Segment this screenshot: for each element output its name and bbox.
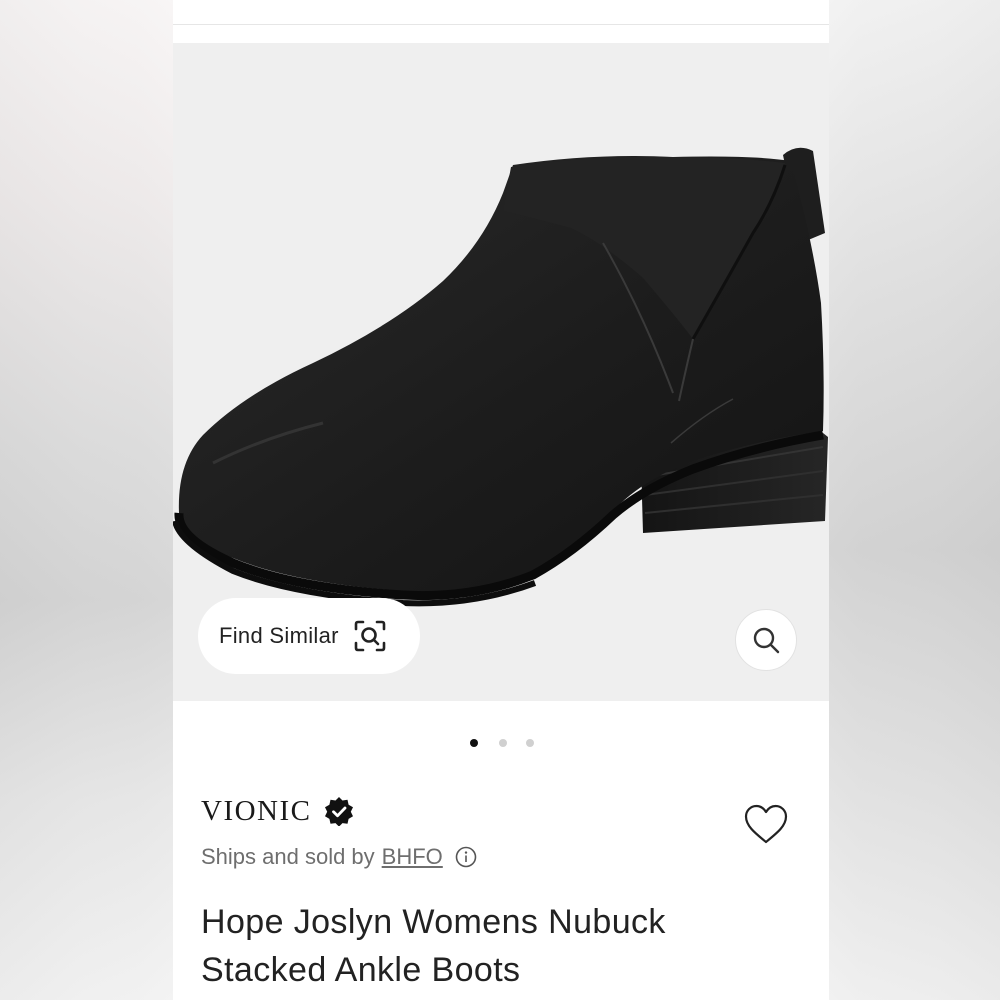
search-icon (753, 627, 780, 654)
background-left (0, 0, 173, 1000)
top-bar (173, 0, 829, 25)
background-right (828, 0, 1000, 1000)
brand-row: VIONIC (201, 793, 354, 829)
product-page: Find Similar VIONIC Ships and sold by BH… (173, 0, 829, 1000)
product-title: Hope Joslyn Womens Nubuck Stacked Ankle … (201, 898, 801, 994)
seller-info: Ships and sold by BHFO (201, 842, 477, 872)
pagination-dot[interactable] (526, 739, 534, 747)
ships-prefix: Ships and sold by (201, 844, 375, 869)
scan-search-icon (354, 620, 386, 652)
zoom-button[interactable] (735, 609, 797, 671)
seller-link[interactable]: BHFO (382, 844, 443, 870)
product-title-line: Stacked Ankle Boots (201, 951, 521, 989)
pagination-dot[interactable] (470, 739, 478, 747)
product-title-line: Hope Joslyn Womens Nubuck (201, 903, 666, 941)
brand-name[interactable]: VIONIC (201, 795, 312, 828)
image-pagination (173, 737, 829, 749)
pagination-dot[interactable] (499, 739, 507, 747)
find-similar-button[interactable]: Find Similar (198, 598, 420, 674)
info-icon[interactable] (455, 846, 477, 868)
heart-icon[interactable] (743, 802, 789, 848)
verified-badge-icon (324, 797, 353, 826)
find-similar-label: Find Similar (219, 623, 339, 648)
product-image-gallery[interactable]: Find Similar (173, 43, 829, 701)
